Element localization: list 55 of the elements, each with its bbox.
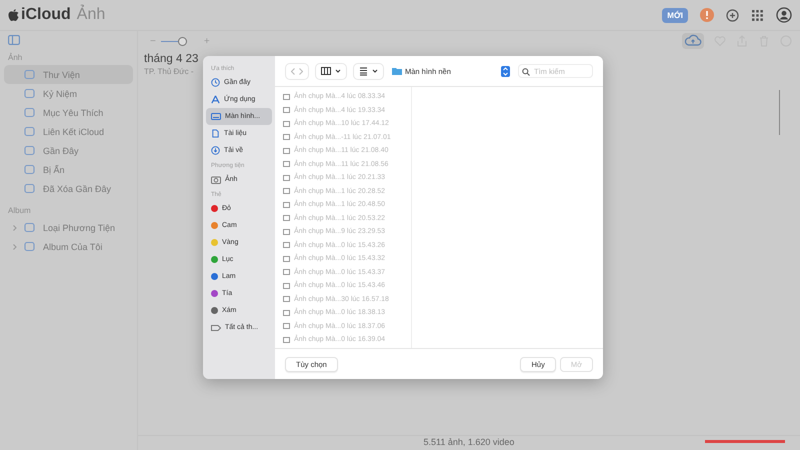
app-icon: [211, 95, 220, 104]
chevron-right-icon[interactable]: [299, 68, 303, 74]
date-heading: tháng 4 23: [144, 53, 198, 65]
clock-icon: [211, 78, 220, 87]
square-icon: [24, 145, 35, 156]
square-icon: [24, 126, 35, 137]
sidebar-section-title: Ảnh: [8, 53, 24, 62]
tag-icon: [211, 324, 221, 332]
view-mode-button[interactable]: [315, 62, 347, 80]
caret-icon: [372, 69, 378, 73]
sidebar-item[interactable]: Bị Ẩn: [4, 160, 133, 179]
square-icon: [24, 241, 35, 252]
square-icon: [24, 107, 35, 118]
camera-icon: [211, 175, 221, 184]
chevron-right-icon[interactable]: [13, 224, 17, 230]
logo-icon: [8, 9, 19, 21]
square-icon: [24, 69, 35, 80]
photo-count: 5.511 ảnh, 1.620 video: [424, 437, 514, 447]
sidebar-item[interactable]: Mục Yêu Thích: [4, 103, 133, 122]
alert-icon[interactable]: [700, 8, 714, 22]
chevron-left-icon[interactable]: [291, 68, 295, 74]
sidebar-item[interactable]: Album Của Tôi: [4, 237, 133, 256]
download-icon: [211, 146, 220, 155]
square-icon: [24, 164, 35, 175]
columns-icon: [321, 67, 331, 75]
stepper-icon[interactable]: [501, 66, 510, 76]
location-subtitle: TP. Thủ Đức -: [144, 67, 194, 76]
sidebar-toggle-icon[interactable]: [8, 35, 20, 45]
caret-icon: [335, 69, 341, 73]
sidebar-item[interactable]: Gần Đây: [4, 141, 133, 160]
monitor-icon: [211, 112, 221, 121]
square-icon: [24, 222, 35, 233]
square-icon: [24, 183, 35, 194]
grid-icon[interactable]: [751, 8, 764, 22]
back-forward-control[interactable]: [285, 62, 309, 80]
sidebar-item[interactable]: Thư Viện: [4, 65, 133, 84]
upload-icon[interactable]: [682, 33, 704, 49]
sidebar-section-title: Album: [8, 206, 32, 215]
zoom-out-button[interactable]: −: [150, 36, 156, 46]
folder-icon: [392, 67, 402, 75]
zoom-in-button[interactable]: +: [204, 36, 210, 46]
document-icon: [211, 129, 220, 138]
sidebar-item[interactable]: Kỷ Niệm: [4, 84, 133, 103]
chevron-right-icon[interactable]: [13, 244, 17, 250]
sidebar-item[interactable]: Loại Phương Tiện: [4, 218, 133, 237]
list-icon: [359, 66, 368, 76]
app-name: iCloud: [21, 6, 71, 24]
add-icon[interactable]: [726, 8, 739, 22]
new-badge[interactable]: MỚI: [662, 8, 688, 22]
sidebar-item[interactable]: Đã Xóa Gần Đây: [4, 179, 133, 198]
account-icon[interactable]: [776, 7, 792, 23]
sidebar-item[interactable]: Liên Kết iCloud: [4, 122, 133, 141]
section-title: Ảnh: [76, 6, 106, 24]
group-button[interactable]: [353, 62, 384, 80]
square-icon: [24, 88, 35, 99]
